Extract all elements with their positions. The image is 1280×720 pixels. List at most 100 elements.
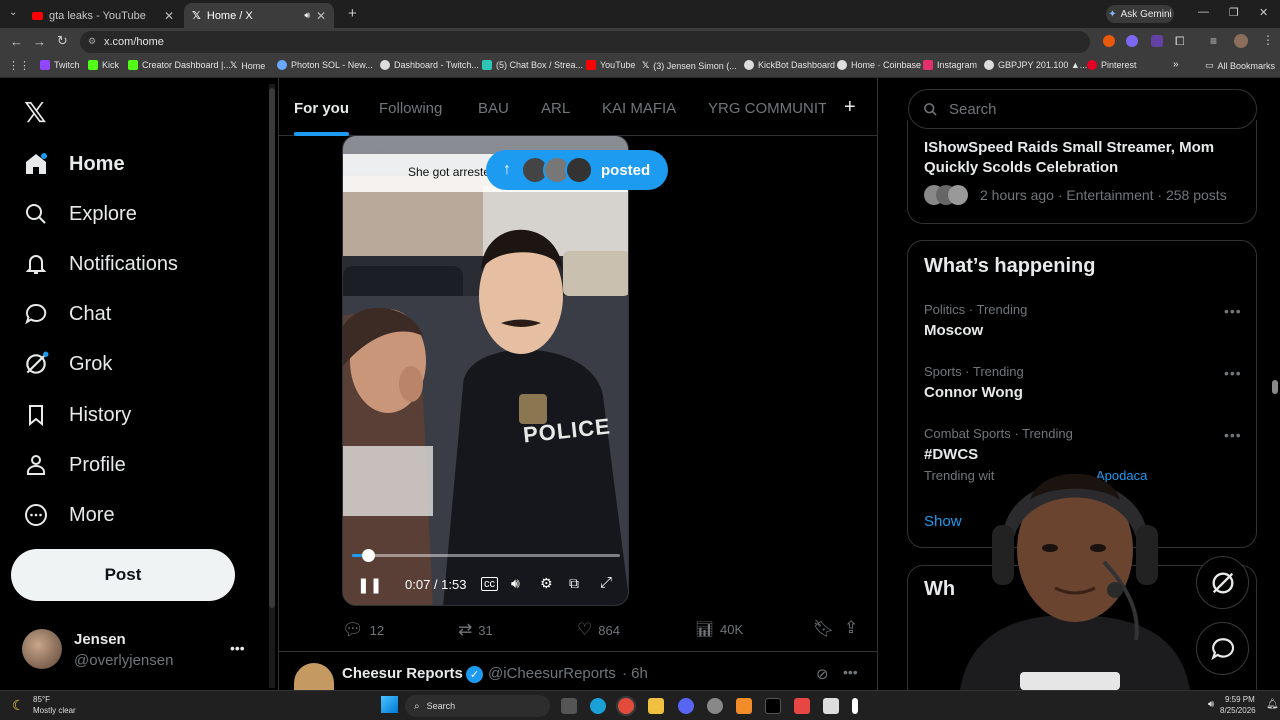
taskbar-search[interactable]: ⌕ Search — [405, 695, 550, 717]
grok-float-button[interactable] — [1196, 556, 1249, 609]
more-options-icon[interactable]: ••• — [843, 664, 858, 680]
tab-for-you[interactable]: For you — [294, 100, 349, 117]
sidebar-item-notifications[interactable]: Notifications — [22, 250, 178, 278]
profile-avatar-icon[interactable] — [1234, 34, 1248, 48]
pause-icon[interactable]: ❚❚ — [357, 576, 382, 594]
bookmark-item[interactable]: Kick — [88, 60, 119, 70]
sidebar-item-more[interactable]: More — [22, 501, 115, 529]
trend-name[interactable]: Moscow — [924, 322, 983, 339]
sidebar-item-chat[interactable]: Chat — [22, 300, 111, 328]
speaker-icon[interactable]: 🔊︎ — [304, 10, 310, 21]
discord-icon[interactable] — [678, 698, 694, 714]
tab-search-icon[interactable]: ⌄ — [9, 7, 17, 18]
sidebar-item-grok[interactable]: Grok — [22, 350, 112, 378]
trend-name[interactable]: Connor Wong — [924, 384, 1023, 401]
share-icon[interactable]: ⇪ — [844, 618, 858, 638]
chevron-right-icon[interactable]: » — [1173, 59, 1179, 70]
bookmark-item[interactable]: Instagram — [923, 60, 977, 70]
tab-yrg-community[interactable]: YRG COMMUNIT — [708, 100, 826, 117]
volume-icon[interactable]: 🔊︎ — [511, 575, 520, 592]
sidebar-item-home[interactable]: Home — [22, 150, 125, 178]
apps-grid-icon[interactable]: ⋮⋮ — [8, 59, 30, 72]
ask-gemini-button[interactable]: ✦ Ask Gemini — [1106, 5, 1174, 23]
repost-button[interactable]: ⇄ 31 — [458, 620, 493, 640]
edge-icon[interactable] — [590, 698, 606, 714]
back-icon[interactable]: ← — [10, 34, 23, 49]
close-icon[interactable]: ✕ — [164, 9, 174, 23]
add-tab-icon[interactable]: + — [844, 96, 856, 119]
account-menu-icon[interactable]: ••• — [230, 640, 245, 656]
extensions-puzzle-icon[interactable]: ⧠ — [1175, 34, 1185, 49]
new-posts-pill[interactable]: ↑ posted — [486, 150, 668, 190]
views-button[interactable]: 📊︎ 40K — [695, 620, 743, 638]
menu-kebab-icon[interactable]: ⋮ — [1262, 33, 1274, 47]
app-icon[interactable] — [736, 698, 752, 714]
page-scrollbar-thumb[interactable] — [1272, 380, 1278, 394]
trend-more-icon[interactable]: ••• — [1224, 303, 1242, 319]
settings-icon[interactable]: ⚙ — [540, 575, 553, 592]
bookmark-item[interactable]: Pinterest — [1087, 60, 1137, 70]
tab-kai-mafia[interactable]: KAI MAFIA — [602, 100, 676, 117]
reload-icon[interactable]: ↻ — [57, 33, 68, 49]
tab-x-home[interactable]: 𝕏 Home / X 🔊︎ ✕ — [184, 3, 334, 28]
post-author[interactable]: Cheesur Reports — [342, 665, 463, 682]
clock-time[interactable]: 9:59 PM — [1225, 695, 1255, 704]
messages-float-button[interactable] — [1196, 622, 1249, 675]
bookmark-item[interactable]: (5) Chat Box / Strea... — [482, 60, 583, 70]
bookmark-item[interactable]: YouTube — [586, 60, 635, 70]
tab-youtube[interactable]: gta leaks - YouTube ✕ — [24, 3, 182, 28]
file-explorer-icon[interactable] — [648, 698, 664, 714]
sidebar-scrollbar[interactable] — [269, 84, 275, 688]
avatar[interactable] — [22, 629, 62, 669]
weather-temp[interactable]: 85°F — [33, 695, 50, 704]
extension-icon[interactable] — [1126, 35, 1138, 47]
task-view-icon[interactable] — [561, 698, 577, 714]
bookmark-item[interactable]: GBPJPY 201.100 ▲... — [984, 60, 1087, 70]
like-button[interactable]: ♡ 864 — [577, 620, 620, 640]
app-icon[interactable] — [707, 698, 723, 714]
sidebar-item-history[interactable]: History — [22, 401, 131, 429]
grok-icon[interactable]: ⊘ — [816, 665, 829, 683]
bookmark-item[interactable]: Photon SOL - New... — [277, 60, 373, 70]
notifications-icon[interactable]: 🔔︎ — [1266, 699, 1279, 710]
bookmark-item[interactable]: 𝕏 (3) Jensen Simon (... — [642, 60, 737, 71]
windows-start-icon[interactable] — [381, 696, 398, 713]
app-icon[interactable] — [794, 698, 810, 714]
tiktok-icon[interactable] — [765, 698, 781, 714]
site-info-icon[interactable]: ⚙ — [88, 36, 96, 47]
post-handle[interactable]: @iCheesurReports — [488, 665, 616, 682]
captions-icon[interactable]: cc — [481, 577, 498, 591]
trend-more-icon[interactable]: ••• — [1224, 427, 1242, 443]
video-player[interactable]: POLICE She got arreste ❚❚ 0:07 / 1:53 cc… — [342, 135, 629, 606]
bookmark-item[interactable]: Home · Coinbase — [837, 60, 921, 70]
app-icon[interactable] — [852, 698, 858, 714]
tab-following[interactable]: Following — [379, 100, 442, 117]
video-progress-track[interactable] — [352, 554, 620, 557]
fullscreen-icon[interactable]: ⤢ — [600, 574, 612, 591]
bookmark-item[interactable]: 𝕏 Home — [230, 60, 265, 71]
tab-bau[interactable]: BAU — [478, 100, 509, 117]
post-button[interactable]: Post — [11, 549, 235, 601]
restore-icon[interactable]: ❐ — [1229, 6, 1239, 19]
picture-in-picture-icon[interactable]: ⧉ — [569, 575, 579, 592]
reply-button[interactable]: 💬︎ 12 — [342, 620, 384, 640]
new-tab-icon[interactable]: + — [348, 5, 357, 22]
minimize-icon[interactable]: — — [1198, 6, 1209, 18]
sidebar-item-explore[interactable]: Explore — [22, 200, 137, 228]
url-input[interactable]: ⚙ x.com/home — [80, 31, 1090, 53]
bookmark-item[interactable]: Creator Dashboard |... — [128, 60, 231, 70]
trend-more-icon[interactable]: ••• — [1224, 365, 1242, 381]
forward-icon[interactable]: → — [33, 34, 46, 49]
top-story-card[interactable]: IShowSpeed Raids Small Streamer, Mom Qui… — [907, 120, 1257, 224]
app-icon[interactable] — [823, 698, 839, 714]
bookmark-item[interactable]: KickBot Dashboard — [744, 60, 835, 70]
media-icon[interactable]: ≡ — [1210, 34, 1217, 48]
window-close-icon[interactable]: ✕ — [1259, 6, 1268, 19]
speaker-icon[interactable]: 🔊︎ — [1208, 699, 1214, 710]
tab-arl[interactable]: ARL — [541, 100, 570, 117]
x-logo-icon[interactable]: 𝕏 — [24, 96, 47, 129]
chrome-icon[interactable] — [618, 698, 634, 714]
sidebar-item-profile[interactable]: Profile — [22, 451, 126, 479]
extension-icon[interactable] — [1103, 35, 1115, 47]
all-bookmarks[interactable]: ▭ All Bookmarks — [1205, 60, 1275, 71]
